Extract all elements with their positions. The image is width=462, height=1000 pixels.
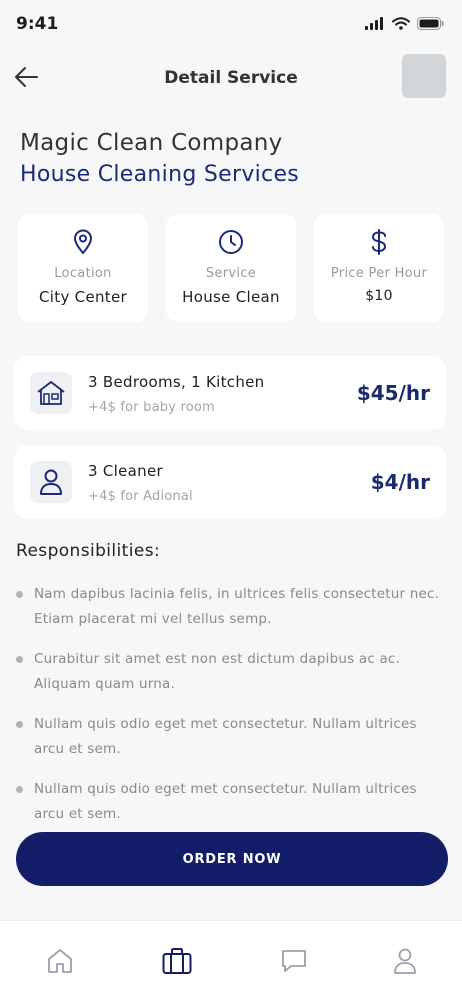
bullet-icon [16,721,23,728]
signal-icon [365,17,383,30]
list-item-text: Curabitur sit amet est non est dictum da… [34,651,401,692]
list-item: Nullam quis odio eget met consectetur. N… [14,712,444,762]
info-value: $10 [365,288,393,304]
list-item-text: Nam dapibus lacinia felis, in ultrices f… [34,586,440,627]
page-title: Detail Service [164,68,298,88]
chat-icon [282,950,306,972]
bottom-nav [0,920,462,1000]
user-icon [40,469,62,495]
option-subtitle: +4$ for baby room [88,400,215,415]
list-item-text: Nullam quis odio eget met consectetur. N… [34,716,417,757]
list-item: Curabitur sit amet est non est dictum da… [14,647,444,697]
service-name: House Cleaning Services [20,162,300,187]
option-title: 3 Cleaner [88,462,163,480]
bullet-icon [16,591,23,598]
battery-icon [417,17,444,30]
option-subtitle: +4$ for Adional [88,489,193,504]
briefcase-icon [162,948,192,974]
location-pin-icon [74,229,92,254]
bullet-icon [16,786,23,793]
option-card-cleaner[interactable]: 3 Cleaner +4$ for Adional $4/hr [14,445,446,519]
responsibilities-list: Nam dapibus lacinia felis, in ultrices f… [14,582,444,827]
option-price: $4/hr [370,470,430,494]
nav-item-profile[interactable] [387,943,423,979]
option-price: $45/hr [356,381,430,405]
status-time: 9:41 [16,14,59,34]
info-label: Price Per Hour [330,266,428,281]
option-icon-box [30,461,72,503]
nav-item-services[interactable] [159,943,195,979]
wifi-icon [392,17,410,30]
nav-item-messages[interactable] [276,943,312,979]
header: Detail Service [0,52,462,104]
order-now-button[interactable]: ORDER NOW [16,832,448,886]
profile-icon [394,948,416,974]
status-icons [365,17,444,30]
house-icon [37,381,65,405]
option-icon-box [30,372,72,414]
info-label: Service [205,266,257,281]
info-cards: Location City Center Service House Clean… [18,214,448,322]
bullet-icon [16,656,23,663]
list-item: Nam dapibus lacinia felis, in ultrices f… [14,582,444,632]
company-name: Magic Clean Company [20,130,283,156]
dollar-icon [371,229,387,255]
info-card-service: Service House Clean [166,214,296,322]
status-bar: 9:41 [0,0,462,50]
info-card-price: Price Per Hour $10 [314,214,444,322]
responsibilities-heading: Responsibilities: [16,541,161,561]
info-label: Location [54,266,112,281]
option-card-rooms[interactable]: 3 Bedrooms, 1 Kitchen +4$ for baby room … [14,356,446,430]
info-card-location: Location City Center [18,214,148,322]
list-item-text: Nullam quis odio eget met consectetur. N… [34,781,417,822]
info-value: City Center [39,288,127,306]
header-placeholder-image[interactable] [402,54,446,98]
home-icon [48,949,72,973]
option-title: 3 Bedrooms, 1 Kitchen [88,373,265,391]
nav-item-home[interactable] [42,943,78,979]
clock-icon [219,230,243,254]
list-item: Nullam quis odio eget met consectetur. N… [14,777,444,827]
info-value: House Clean [182,288,280,306]
